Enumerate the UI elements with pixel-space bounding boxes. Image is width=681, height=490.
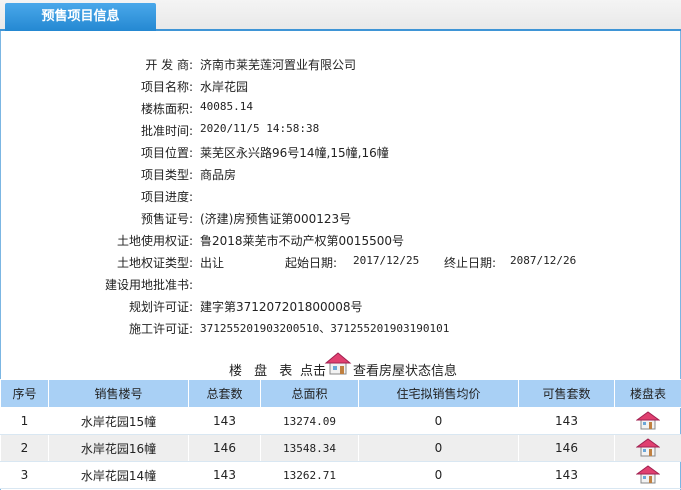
info-land-cert: 土地使用权证: 鲁2018莱芜市不动产权第0015500号: [0, 230, 681, 250]
approval-time-label: 批准时间:: [140, 124, 193, 138]
cell-total-area: 13262.71: [260, 461, 359, 489]
building-table: 序号 销售楼号 总套数 总面积 住宅拟销售均价 可售套数 楼盘表 1 水岸花园1…: [0, 379, 681, 489]
planning-permit-label: 规划许可证:: [128, 300, 193, 314]
land-right-type-value: 出让: [200, 256, 225, 270]
construction-permit-label: 施工许可证:: [128, 322, 193, 336]
cell-avg-price: 0: [358, 434, 519, 462]
info-project-name: 项目名称: 水岸花园: [0, 76, 681, 96]
land-approval-label: 建设用地批准书:: [104, 278, 193, 292]
location-value: 莱芜区永兴路96号14幢,15幢,16幢: [200, 146, 389, 160]
cell-building: 水岸花园14幢: [48, 461, 189, 489]
tab-bar: 预售项目信息: [0, 0, 681, 31]
info-land-approval: 建设用地批准书:: [0, 274, 681, 294]
info-progress: 项目进度:: [0, 186, 681, 206]
planning-permit-value: 建字第371207201800008号: [200, 300, 363, 314]
land-cert-value: 鲁2018莱芜市不动产权第0015500号: [200, 234, 404, 248]
developer-value: 济南市莱芜莲河置业有限公司: [200, 58, 357, 72]
col-header-total-area: 总面积: [260, 379, 359, 408]
house-icon[interactable]: [635, 464, 661, 487]
land-cert-label: 土地使用权证:: [116, 234, 193, 248]
cell-index: 1: [0, 407, 49, 435]
info-presale-no: 预售证号: (济建)房预售证第000123号: [0, 208, 681, 228]
info-developer: 开 发 商: 济南市莱芜莲河置业有限公司: [0, 54, 681, 74]
developer-label: 开 发 商:: [145, 58, 193, 72]
info-planning-permit: 规划许可证: 建字第371207201800008号: [0, 296, 681, 316]
table-header-row: 序号 销售楼号 总套数 总面积 住宅拟销售均价 可售套数 楼盘表: [0, 379, 681, 408]
cell-building: 水岸花园15幢: [48, 407, 189, 435]
approval-time-value: 2020/11/5 14:58:38: [200, 122, 320, 135]
project-name-value: 水岸花园: [200, 80, 249, 94]
view-status-link[interactable]: 查看房屋状态信息: [353, 360, 457, 379]
cell-total-area: 13548.34: [260, 434, 359, 462]
house-icon[interactable]: [635, 437, 661, 460]
cell-building: 水岸花园16幢: [48, 434, 189, 462]
cell-available: 143: [518, 461, 615, 489]
cell-total-units: 143: [188, 407, 261, 435]
col-header-available: 可售套数: [518, 379, 615, 408]
cell-index: 3: [0, 461, 49, 489]
cell-total-units: 146: [188, 434, 261, 462]
cell-total-area: 13274.09: [260, 407, 359, 435]
cell-floorplan: [614, 407, 681, 435]
end-date-label: 终止日期:: [444, 256, 497, 270]
info-construction-permit: 施工许可证: 371255201903200510、37125520190319…: [0, 318, 681, 338]
end-date-value: 2087/12/26: [510, 254, 577, 267]
table-row: 2 水岸花园16幢 146 13548.34 0 146: [0, 434, 681, 462]
building-area-label: 楼栋面积:: [140, 102, 193, 116]
start-date-value: 2017/12/25: [353, 254, 420, 267]
cell-floorplan: [614, 434, 681, 462]
cell-avg-price: 0: [358, 407, 519, 435]
type-value: 商品房: [200, 168, 237, 182]
cell-available: 143: [518, 407, 615, 435]
tab-presale-info[interactable]: 预售项目信息: [5, 3, 156, 31]
building-list-header: 楼 盘 表 点击 查看房屋状态信息: [0, 352, 681, 379]
click-label: 点击: [300, 364, 327, 379]
info-approval-time: 批准时间: 2020/11/5 14:58:38: [0, 120, 681, 140]
construction-permit-value: 371255201903200510、371255201903190101: [200, 322, 450, 335]
col-header-building: 销售楼号: [48, 379, 189, 408]
project-name-label: 项目名称:: [140, 80, 193, 94]
progress-label: 项目进度:: [140, 190, 193, 204]
info-type: 项目类型: 商品房: [0, 164, 681, 184]
building-list-title: 楼 盘 表: [229, 364, 297, 379]
info-building-area: 楼栋面积: 40085.14: [0, 98, 681, 118]
col-header-avg-price: 住宅拟销售均价: [358, 379, 519, 408]
info-location: 项目位置: 莱芜区永兴路96号14幢,15幢,16幢: [0, 142, 681, 162]
start-date-label: 起始日期:: [285, 256, 338, 270]
building-area-value: 40085.14: [200, 100, 253, 113]
info-land-right-type: 土地权证类型: 出让 起始日期: 2017/12/25 终止日期: 2087/1…: [0, 252, 681, 272]
cell-index: 2: [0, 434, 49, 462]
cell-avg-price: 0: [358, 461, 519, 489]
col-header-floorplan: 楼盘表: [614, 379, 681, 408]
house-icon[interactable]: [324, 350, 352, 380]
table-row: 1 水岸花园15幢 143 13274.09 0 143: [0, 407, 681, 435]
cell-total-units: 143: [188, 461, 261, 489]
table-row: 3 水岸花园14幢 143 13262.71 0 143: [0, 461, 681, 489]
house-icon[interactable]: [635, 410, 661, 433]
cell-floorplan: [614, 461, 681, 489]
col-header-total-units: 总套数: [188, 379, 261, 408]
location-label: 项目位置:: [140, 146, 193, 160]
presale-no-label: 预售证号:: [140, 212, 193, 226]
land-right-type-label: 土地权证类型:: [116, 256, 193, 270]
cell-available: 146: [518, 434, 615, 462]
type-label: 项目类型:: [140, 168, 193, 182]
presale-no-value: (济建)房预售证第000123号: [200, 212, 352, 226]
col-header-index: 序号: [0, 379, 49, 408]
